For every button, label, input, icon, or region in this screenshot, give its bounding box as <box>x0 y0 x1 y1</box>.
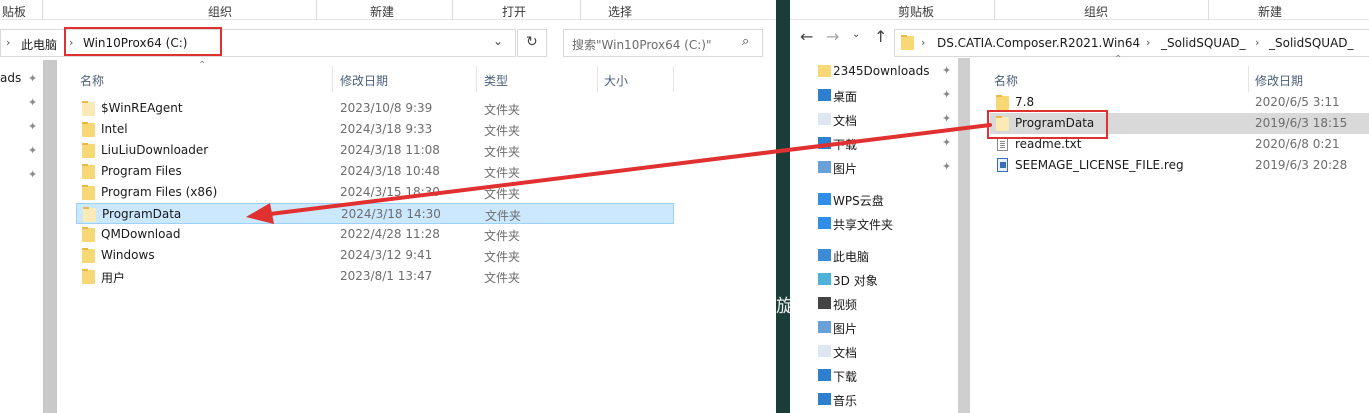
annotation-arrow <box>246 123 992 224</box>
arrow-head <box>246 203 274 224</box>
arrow-shaft <box>260 123 992 217</box>
